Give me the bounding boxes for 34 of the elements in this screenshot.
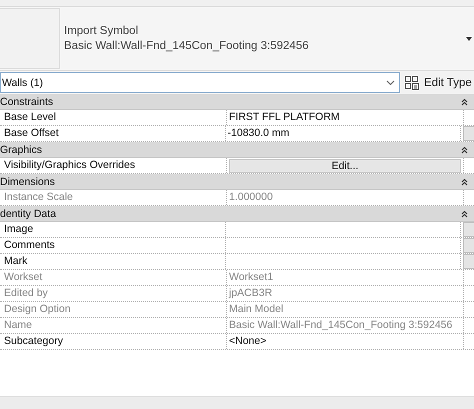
property-name: Visibility/Graphics Overrides	[0, 158, 227, 173]
chevron-down-icon	[386, 80, 395, 86]
type-name: Basic Wall:Wall-Fnd_145Con_Footing 3:592456	[64, 38, 310, 54]
section-header[interactable]: dentity Data	[0, 206, 474, 222]
section-header[interactable]: Dimensions	[0, 174, 474, 190]
section-title: Dimensions	[0, 176, 55, 188]
property-name: Subcategory	[0, 334, 227, 349]
property-value[interactable]: -10830.0 mm	[228, 126, 290, 141]
edit-button[interactable]: Edit...	[229, 158, 461, 172]
collapse-icon[interactable]	[461, 98, 468, 106]
edit-type-icon	[404, 74, 420, 90]
property-value[interactable]: <None>	[229, 334, 266, 349]
property-name: Name	[0, 318, 227, 333]
property-name: Image	[0, 222, 226, 237]
property-name: Design Option	[0, 302, 227, 317]
collapse-icon[interactable]	[461, 146, 468, 154]
section-title: dentity Data	[0, 208, 56, 220]
dropdown-caret-icon[interactable]	[466, 36, 472, 40]
instance-selector[interactable]: Walls (1)	[0, 72, 400, 93]
section-title: Graphics	[0, 144, 42, 156]
property-name: Instance Scale	[0, 190, 227, 205]
section-title: Constraints	[0, 96, 54, 108]
section-header[interactable]: Constraints	[0, 94, 474, 110]
property-name: Comments	[0, 238, 226, 253]
collapse-icon[interactable]	[461, 178, 468, 186]
property-name: Workset	[0, 270, 227, 285]
property-name: Mark	[0, 254, 226, 269]
property-name: Base Level	[0, 110, 227, 125]
property-value[interactable]: FIRST FFL PLATFORM	[229, 110, 340, 125]
property-name: Edited by	[0, 286, 227, 301]
property-name: Base Offset	[0, 126, 226, 141]
collapse-icon[interactable]	[461, 210, 468, 218]
section-header[interactable]: Graphics	[0, 142, 474, 158]
family-name: Import Symbol	[64, 24, 140, 38]
